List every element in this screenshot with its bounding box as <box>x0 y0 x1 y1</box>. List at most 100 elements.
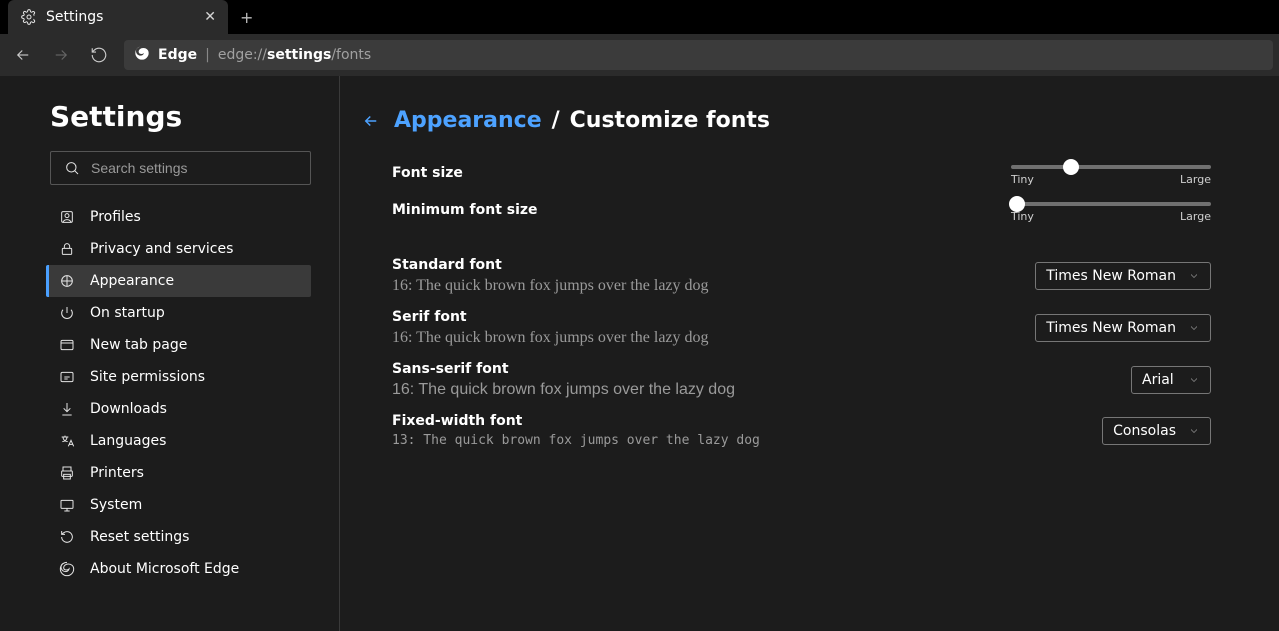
sidebar-item-printers[interactable]: Printers <box>46 457 311 489</box>
app-body: Settings Profiles Privacy and services A… <box>0 76 1279 631</box>
sidebar-item-label: On startup <box>90 305 165 321</box>
sans-font-label: Sans-serif font <box>392 361 1131 377</box>
sidebar-item-label: Privacy and services <box>90 241 233 257</box>
serif-font-label: Serif font <box>392 309 1035 325</box>
sidebar-item-label: System <box>90 497 142 513</box>
min-font-size-label: Minimum font size <box>392 202 1002 218</box>
min-font-size-row: Minimum font size Tiny Large <box>392 194 1211 231</box>
breadcrumb-title: Appearance / Customize fonts <box>394 108 770 133</box>
download-icon <box>58 400 76 418</box>
url-path-main: settings <box>267 47 331 63</box>
reset-icon <box>58 528 76 546</box>
appearance-icon <box>58 272 76 290</box>
font-size-slider[interactable] <box>1011 165 1211 169</box>
close-icon[interactable]: ✕ <box>204 9 216 25</box>
chevron-down-icon <box>1188 374 1200 386</box>
address-url: edge://settings/fonts <box>218 47 371 63</box>
mono-font-sample: 13: The quick brown fox jumps over the l… <box>392 433 1102 448</box>
min-font-size-slider[interactable] <box>1011 202 1211 206</box>
serif-font-sample: 16: The quick brown fox jumps over the l… <box>392 329 1035 347</box>
edge-logo-icon <box>58 560 76 578</box>
sidebar-item-label: Printers <box>90 465 144 481</box>
standard-font-dropdown[interactable]: Times New Roman <box>1035 262 1211 290</box>
chevron-down-icon <box>1188 322 1200 334</box>
url-scheme: edge:// <box>218 47 267 63</box>
standard-font-label: Standard font <box>392 257 1035 273</box>
tab-title: Settings <box>46 9 103 25</box>
new-tab-button[interactable]: + <box>228 0 265 34</box>
sidebar-item-label: Site permissions <box>90 369 205 385</box>
address-bar[interactable]: Edge | edge://settings/fonts <box>124 40 1273 70</box>
forward-button[interactable] <box>44 39 78 71</box>
sidebar-item-profiles[interactable]: Profiles <box>46 201 311 233</box>
sidebar-item-label: About Microsoft Edge <box>90 561 239 577</box>
serif-font-row: Serif font 16: The quick brown fox jumps… <box>392 309 1211 347</box>
sidebar-item-startup[interactable]: On startup <box>46 297 311 329</box>
breadcrumb-back-button[interactable] <box>362 112 380 130</box>
permissions-icon <box>58 368 76 386</box>
sidebar-item-system[interactable]: System <box>46 489 311 521</box>
search-input-wrapper[interactable] <box>50 151 311 185</box>
sidebar-nav: Profiles Privacy and services Appearance… <box>46 201 311 585</box>
dropdown-value: Times New Roman <box>1046 320 1176 336</box>
sidebar-item-languages[interactable]: Languages <box>46 425 311 457</box>
address-prefix: Edge <box>158 47 197 63</box>
slider-labels: Tiny Large <box>1011 173 1211 186</box>
profile-icon <box>58 208 76 226</box>
main-content: Appearance / Customize fonts Font size T… <box>340 76 1279 631</box>
sans-font-sample: 16: The quick brown fox jumps over the l… <box>392 381 1131 399</box>
languages-icon <box>58 432 76 450</box>
mono-font-label: Fixed-width font <box>392 413 1102 429</box>
font-size-row: Font size Tiny Large <box>392 157 1211 194</box>
breadcrumb-current: Customize fonts <box>570 108 770 133</box>
sidebar-item-newtab[interactable]: New tab page <box>46 329 311 361</box>
sidebar-item-label: Appearance <box>90 273 174 289</box>
gear-icon <box>20 8 38 26</box>
mono-font-dropdown[interactable]: Consolas <box>1102 417 1211 445</box>
sidebar-item-label: Downloads <box>90 401 167 417</box>
sidebar-item-reset[interactable]: Reset settings <box>46 521 311 553</box>
slider-thumb[interactable] <box>1009 196 1025 212</box>
lock-icon <box>58 240 76 258</box>
sidebar: Settings Profiles Privacy and services A… <box>0 76 340 631</box>
dropdown-value: Consolas <box>1113 423 1176 439</box>
slider-labels: Tiny Large <box>1011 210 1211 223</box>
mono-font-row: Fixed-width font 13: The quick brown fox… <box>392 413 1211 448</box>
chevron-down-icon <box>1188 270 1200 282</box>
sidebar-item-privacy[interactable]: Privacy and services <box>46 233 311 265</box>
standard-font-row: Standard font 16: The quick brown fox ju… <box>392 257 1211 295</box>
sidebar-item-downloads[interactable]: Downloads <box>46 393 311 425</box>
url-path-sub: /fonts <box>331 47 371 63</box>
sidebar-item-label: Reset settings <box>90 529 189 545</box>
browser-tab[interactable]: Settings ✕ <box>8 0 228 34</box>
breadcrumb-separator: / <box>552 108 560 133</box>
breadcrumb: Appearance / Customize fonts <box>362 108 1211 133</box>
breadcrumb-parent-link[interactable]: Appearance <box>394 108 542 133</box>
titlebar: Settings ✕ + <box>0 0 1279 34</box>
refresh-button[interactable] <box>82 39 116 71</box>
slider-max-label: Large <box>1180 173 1211 186</box>
slider-min-label: Tiny <box>1011 173 1034 186</box>
slider-thumb[interactable] <box>1063 159 1079 175</box>
sidebar-item-permissions[interactable]: Site permissions <box>46 361 311 393</box>
serif-font-dropdown[interactable]: Times New Roman <box>1035 314 1211 342</box>
sidebar-item-label: New tab page <box>90 337 187 353</box>
system-icon <box>58 496 76 514</box>
edge-icon <box>134 45 150 65</box>
font-size-label: Font size <box>392 165 1002 181</box>
newtab-icon <box>58 336 76 354</box>
sidebar-item-about[interactable]: About Microsoft Edge <box>46 553 311 585</box>
dropdown-value: Arial <box>1142 372 1174 388</box>
page-title: Settings <box>50 100 311 133</box>
sans-font-dropdown[interactable]: Arial <box>1131 366 1211 394</box>
power-icon <box>58 304 76 322</box>
back-button[interactable] <box>6 39 40 71</box>
search-input[interactable] <box>91 160 298 176</box>
sidebar-item-label: Profiles <box>90 209 141 225</box>
address-divider: | <box>205 47 210 63</box>
slider-min-label: Tiny <box>1011 210 1034 223</box>
sidebar-item-label: Languages <box>90 433 166 449</box>
sidebar-item-appearance[interactable]: Appearance <box>46 265 311 297</box>
dropdown-value: Times New Roman <box>1046 268 1176 284</box>
toolbar: Edge | edge://settings/fonts <box>0 34 1279 76</box>
